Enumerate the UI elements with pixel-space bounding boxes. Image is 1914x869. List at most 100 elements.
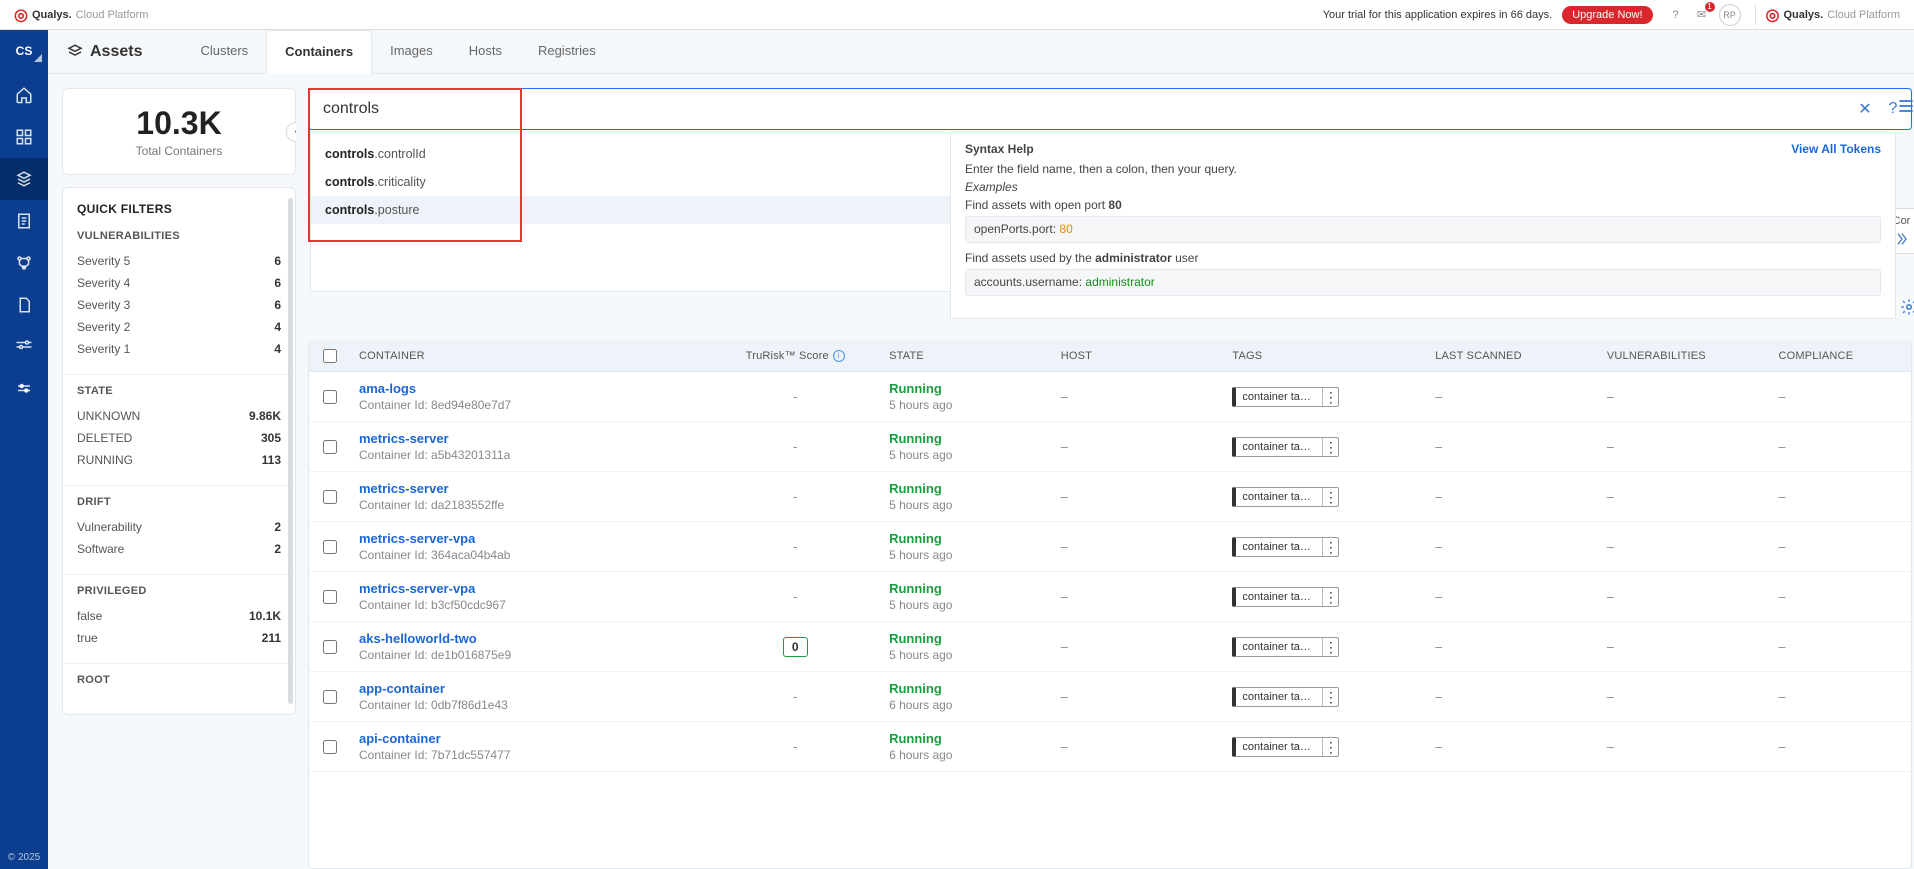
- rail-config-icon[interactable]: [0, 326, 48, 368]
- rail-home-icon[interactable]: [0, 74, 48, 116]
- tab-clusters[interactable]: Clusters: [182, 30, 266, 74]
- row-checkbox[interactable]: [323, 690, 337, 704]
- state-ago: 5 hours ago: [889, 648, 1045, 662]
- brand-sub: Cloud Platform: [76, 9, 149, 21]
- row-checkbox[interactable]: [323, 590, 337, 604]
- filter-row[interactable]: DELETED305: [77, 427, 281, 449]
- rail-dashboard-icon[interactable]: [0, 116, 48, 158]
- user-avatar[interactable]: RP: [1719, 4, 1741, 26]
- hamburger-icon[interactable]: [1896, 96, 1914, 121]
- rail-policies-icon[interactable]: [0, 242, 48, 284]
- filter-row[interactable]: RUNNING113: [77, 449, 281, 471]
- filter-row[interactable]: Software2: [77, 538, 281, 560]
- search-suggestion[interactable]: controls.posture: [311, 196, 950, 224]
- brand-logo-right[interactable]: ◎ Qualys. Cloud Platform: [1766, 5, 1900, 25]
- row-checkbox[interactable]: [323, 740, 337, 754]
- search-bar[interactable]: ✕ ?: [308, 88, 1912, 130]
- container-name-link[interactable]: metrics-server-vpa: [359, 581, 701, 596]
- scrollbar[interactable]: [288, 198, 293, 704]
- tag-chip[interactable]: container tag clu...⋮: [1232, 387, 1339, 407]
- tag-more-icon[interactable]: ⋮: [1322, 688, 1338, 706]
- row-checkbox[interactable]: [323, 640, 337, 654]
- view-all-tokens-link[interactable]: View All Tokens: [1791, 142, 1881, 156]
- search-suggestion[interactable]: controls.criticality: [311, 168, 950, 196]
- tag-more-icon[interactable]: ⋮: [1322, 388, 1338, 406]
- tag-more-icon[interactable]: ⋮: [1322, 588, 1338, 606]
- example-1-text: Find assets with open port 80: [965, 198, 1881, 212]
- tab-row: Assets ClustersContainersImagesHostsRegi…: [48, 30, 1914, 74]
- filter-row[interactable]: Vulnerability2: [77, 516, 281, 538]
- container-name-link[interactable]: ama-logs: [359, 381, 701, 396]
- container-name-link[interactable]: metrics-server: [359, 481, 701, 496]
- example-2-text: Find assets used by the administrator us…: [965, 251, 1881, 265]
- table-settings-icon[interactable]: [1900, 298, 1914, 321]
- module-label[interactable]: CS: [0, 44, 48, 58]
- row-checkbox[interactable]: [323, 490, 337, 504]
- filter-row[interactable]: Severity 56: [77, 250, 281, 272]
- tag-chip[interactable]: container tag clu...⋮: [1232, 587, 1339, 607]
- examples-label: Examples: [965, 180, 1018, 194]
- rail-report-icon[interactable]: [0, 200, 48, 242]
- filter-row[interactable]: Severity 36: [77, 294, 281, 316]
- tag-more-icon[interactable]: ⋮: [1322, 538, 1338, 556]
- filter-row[interactable]: UNKNOWN9.86K: [77, 405, 281, 427]
- filter-row[interactable]: Severity 24: [77, 316, 281, 338]
- container-name-link[interactable]: app-container: [359, 681, 701, 696]
- tag-chip[interactable]: container tag clu...⋮: [1232, 637, 1339, 657]
- row-checkbox[interactable]: [323, 440, 337, 454]
- rail-assets-icon[interactable]: [0, 158, 48, 200]
- th-container[interactable]: CONTAINER: [351, 350, 709, 362]
- row-checkbox[interactable]: [323, 390, 337, 404]
- select-all-checkbox[interactable]: [323, 349, 337, 363]
- search-input[interactable]: [317, 93, 1855, 125]
- container-name-link[interactable]: aks-helloworld-two: [359, 631, 701, 646]
- tab-hosts[interactable]: Hosts: [451, 30, 520, 74]
- clear-search-icon[interactable]: ✕: [1855, 99, 1875, 119]
- row-checkbox[interactable]: [323, 540, 337, 554]
- container-name-link[interactable]: metrics-server-vpa: [359, 531, 701, 546]
- filter-row[interactable]: true211: [77, 627, 281, 649]
- rail-doc-icon[interactable]: [0, 284, 48, 326]
- search-suggestion[interactable]: controls.controlId: [311, 140, 950, 168]
- filter-row[interactable]: Severity 46: [77, 272, 281, 294]
- tag-chip[interactable]: container tag clu...⋮: [1232, 537, 1339, 557]
- th-state[interactable]: STATE: [881, 350, 1053, 362]
- state-ago: 5 hours ago: [889, 398, 1045, 412]
- tag-chip[interactable]: container tag clu...⋮: [1232, 487, 1339, 507]
- th-host[interactable]: HOST: [1053, 350, 1225, 362]
- rail-settings-icon[interactable]: [0, 368, 48, 410]
- container-name-link[interactable]: metrics-server: [359, 431, 701, 446]
- th-vulnerabilities[interactable]: VULNERABILITIES: [1599, 350, 1771, 362]
- brand-logo[interactable]: ◎ Qualys. Cloud Platform: [14, 5, 148, 25]
- container-id: Container Id: 8ed94e80e7d7: [359, 398, 701, 412]
- upgrade-button[interactable]: Upgrade Now!: [1562, 6, 1652, 24]
- collapse-sidebar-button[interactable]: ‹: [286, 122, 296, 142]
- tag-more-icon[interactable]: ⋮: [1322, 738, 1338, 756]
- vuln-cell: –: [1599, 590, 1771, 604]
- filter-row[interactable]: Severity 14: [77, 338, 281, 360]
- filter-label: DELETED: [77, 431, 132, 445]
- th-last-scanned[interactable]: LAST SCANNED: [1427, 350, 1599, 362]
- info-icon[interactable]: i: [833, 350, 845, 362]
- th-truscore[interactable]: TruRisk™ Scorei: [709, 350, 881, 362]
- notifications-icon[interactable]: ✉ 1: [1691, 4, 1713, 26]
- filter-row[interactable]: false10.1K: [77, 605, 281, 627]
- th-compliance[interactable]: COMPLIANCE: [1771, 350, 1912, 362]
- tag-more-icon[interactable]: ⋮: [1322, 488, 1338, 506]
- compliance-cell: –: [1771, 490, 1912, 504]
- tag-chip[interactable]: container tag clu...⋮: [1232, 737, 1339, 757]
- tag-chip[interactable]: container tag clu...⋮: [1232, 687, 1339, 707]
- tag-chip[interactable]: container tag clu...⋮: [1232, 437, 1339, 457]
- tab-containers[interactable]: Containers: [266, 30, 372, 74]
- example-1-code: openPorts.port: 80: [965, 216, 1881, 243]
- container-id: Container Id: de1b016875e9: [359, 648, 701, 662]
- th-tags[interactable]: TAGS: [1224, 350, 1427, 362]
- tag-more-icon[interactable]: ⋮: [1322, 638, 1338, 656]
- tab-images[interactable]: Images: [372, 30, 451, 74]
- host-cell: –: [1053, 740, 1225, 754]
- tag-more-icon[interactable]: ⋮: [1322, 438, 1338, 456]
- tab-registries[interactable]: Registries: [520, 30, 614, 74]
- filter-group-heading: ROOT: [77, 674, 281, 686]
- container-name-link[interactable]: api-container: [359, 731, 701, 746]
- help-icon[interactable]: ?: [1665, 4, 1687, 26]
